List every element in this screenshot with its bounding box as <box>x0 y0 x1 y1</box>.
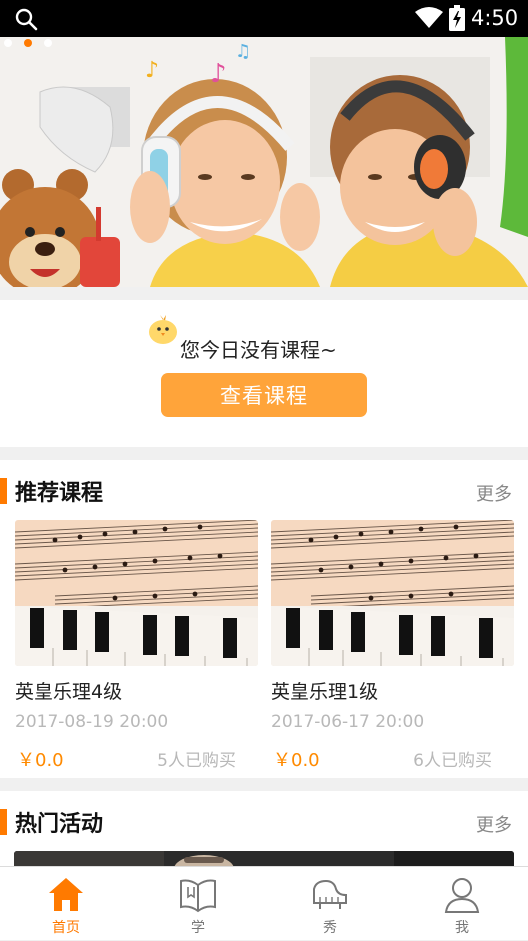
status-time: 4:50 <box>471 6 519 30</box>
svg-text:♫: ♫ <box>235 41 251 62</box>
section-header: 热门活动 更多 <box>0 791 528 851</box>
battery-icon <box>449 5 465 31</box>
piano-icon <box>313 879 347 909</box>
wifi-icon <box>415 7 443 28</box>
no-course-message: 您今日没有课程~ <box>180 338 337 362</box>
nav-item-me[interactable]: 我 <box>396 867 528 941</box>
section-header: 推荐课程 更多 <box>0 460 528 520</box>
bottom-navigation: 首页 学 秀 我 <box>0 866 528 940</box>
hot-activities-section: 热门活动 更多 <box>0 791 528 871</box>
nav-item-home[interactable]: 首页 <box>0 867 132 941</box>
course-thumbnail[interactable] <box>271 520 514 666</box>
pagination-dot-active[interactable] <box>24 39 32 47</box>
banner-image: ♪ ♪ ♫ <box>0 37 528 287</box>
nav-item-show[interactable]: 秀 <box>264 867 396 941</box>
book-icon <box>180 879 216 913</box>
banner-pagination[interactable] <box>0 37 60 49</box>
nav-label: 我 <box>455 920 469 936</box>
more-link[interactable]: 更多 <box>476 480 512 506</box>
nav-label: 秀 <box>323 920 337 936</box>
nav-label: 学 <box>191 920 205 936</box>
svg-text:♪: ♪ <box>145 58 159 83</box>
pagination-dot[interactable] <box>4 39 12 47</box>
section-accent-bar <box>0 809 7 835</box>
section-title: 热门活动 <box>15 812 104 837</box>
today-schedule-card: 您今日没有课程~ 查看课程 <box>0 300 528 447</box>
view-courses-button[interactable]: 查看课程 <box>161 373 367 417</box>
chick-icon <box>149 315 177 344</box>
pagination-dot[interactable] <box>44 39 52 47</box>
course-price: ￥0.0 <box>17 750 64 771</box>
course-name: 英皇乐理1级 <box>271 681 379 703</box>
more-link[interactable]: 更多 <box>476 811 512 837</box>
course-thumbnail[interactable] <box>15 520 258 666</box>
course-datetime: 2017-06-17 20:00 <box>271 712 425 732</box>
banner-carousel[interactable]: ♪ ♪ ♫ <box>0 37 528 287</box>
course-datetime: 2017-08-19 20:00 <box>15 712 169 732</box>
search-icon[interactable] <box>14 7 38 31</box>
section-title: 推荐课程 <box>15 481 104 506</box>
course-buyers: 5人已购买 <box>157 751 236 771</box>
course-name: 英皇乐理4级 <box>15 681 123 703</box>
nav-label: 首页 <box>52 920 80 936</box>
home-icon <box>49 878 83 911</box>
status-bar: 4:50 <box>0 0 528 37</box>
course-price: ￥0.0 <box>273 750 320 771</box>
user-icon <box>444 878 480 913</box>
section-accent-bar <box>0 478 7 504</box>
course-buyers: 6人已购买 <box>413 751 492 771</box>
recommended-section: 推荐课程 更多 英皇乐理4级 2017-08-19 20:00 ￥0.0 5人已… <box>0 460 528 778</box>
svg-text:♪: ♪ <box>210 59 227 89</box>
nav-item-learn[interactable]: 学 <box>132 867 264 941</box>
